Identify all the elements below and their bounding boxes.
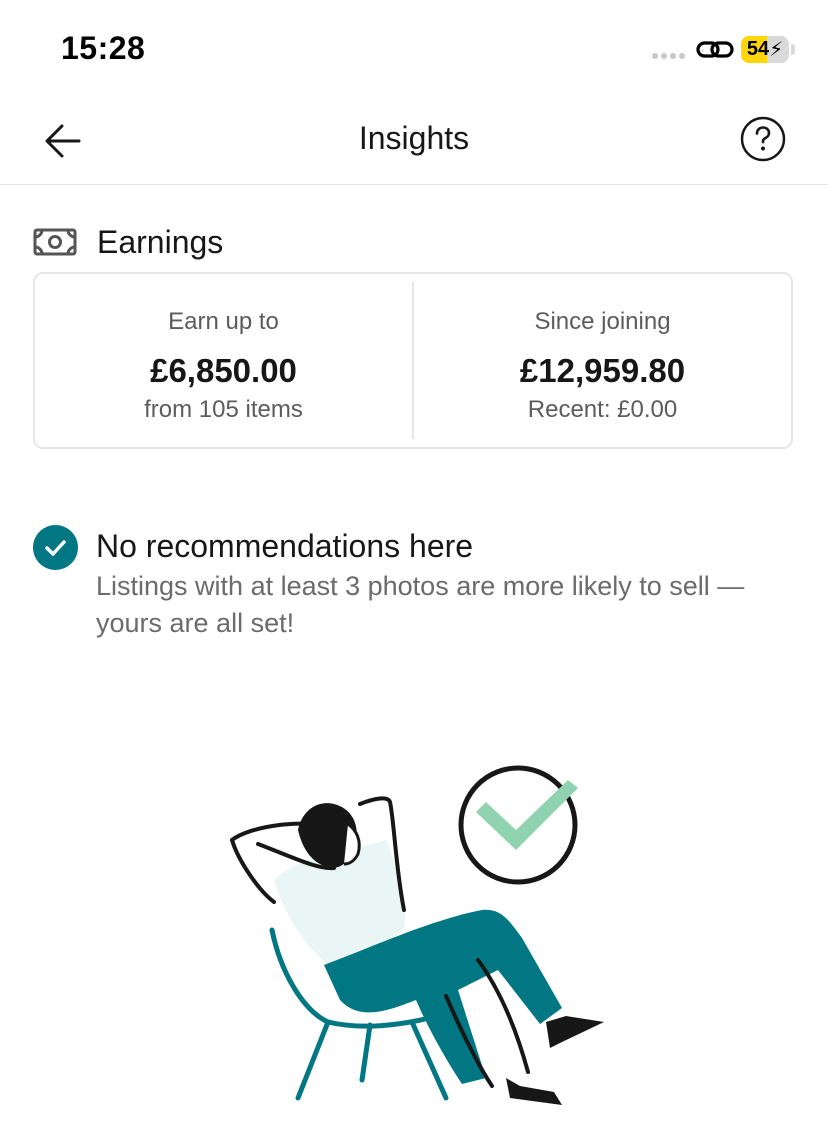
question-circle-icon (740, 116, 786, 162)
earnings-title: Earnings (97, 223, 224, 260)
check-circle-icon (33, 525, 78, 570)
earn-up-to-column: Earn up to £6,850.00 from 105 items (35, 274, 412, 447)
earnings-header: Earnings (33, 222, 223, 262)
earn-up-to-sub: from 105 items (144, 396, 303, 423)
charging-bolt-icon: ⚡︎ (769, 39, 784, 61)
signal-icon (652, 53, 685, 59)
recommendations-body: Listings with at least 3 photos are more… (96, 571, 745, 638)
page-title: Insights (358, 120, 470, 156)
earn-up-to-label: Earn up to (168, 308, 279, 335)
status-time: 15:28 (61, 30, 146, 66)
battery-icon: 54 ⚡︎ (741, 36, 789, 63)
battery-cap (791, 44, 795, 55)
relaxing-person-illustration (230, 765, 604, 1105)
since-joining-label: Since joining (534, 308, 671, 335)
recommendations-title: No recommendations here (96, 528, 474, 564)
banknote-icon (33, 228, 77, 256)
since-joining-column: Since joining £12,959.80 Recent: £0.00 (414, 274, 791, 447)
nav-bar: Insights (0, 100, 828, 185)
earn-up-to-amount: £6,850.00 (150, 352, 297, 389)
battery-level: 54 (746, 38, 770, 60)
status-bar: 15:28 54 ⚡︎ (0, 0, 828, 100)
since-joining-sub: Recent: £0.00 (527, 396, 678, 423)
link-icon (696, 41, 734, 58)
since-joining-amount: £12,959.80 (519, 352, 686, 389)
earnings-card: Earn up to £6,850.00 from 105 items Sinc… (33, 272, 793, 449)
checkmark-circle-illustration (458, 765, 578, 885)
shoe-illustration (546, 1016, 604, 1048)
help-button[interactable] (740, 116, 786, 162)
